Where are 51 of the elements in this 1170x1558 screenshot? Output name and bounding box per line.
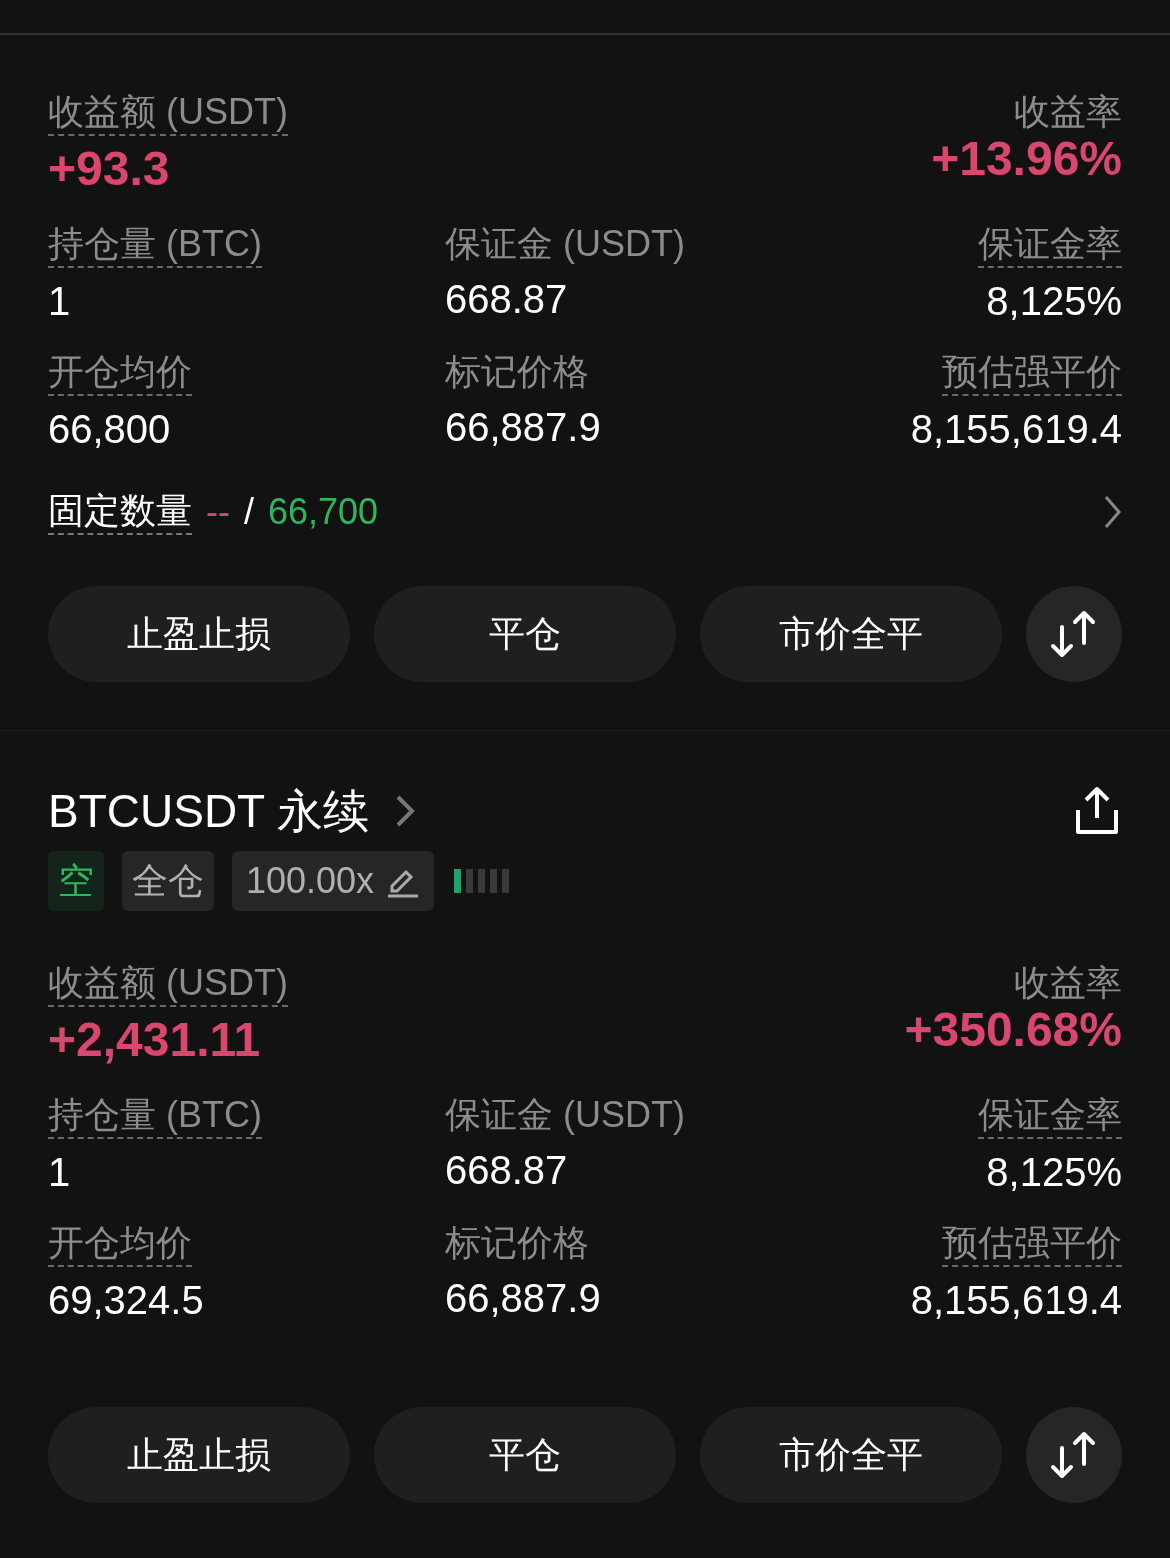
stat-value: 8,155,619.4 xyxy=(910,406,1122,453)
stat-value: 8,125% xyxy=(986,1149,1122,1196)
stat-value: 66,887.9 xyxy=(445,1275,602,1322)
side-tag: 空 xyxy=(48,851,104,911)
stat-value: 668.87 xyxy=(445,1147,569,1194)
field-label: 标记价格 xyxy=(445,1221,589,1265)
field-label: 开仓均价 xyxy=(48,350,192,396)
action-button[interactable]: 平仓 xyxy=(374,586,676,682)
swap-arrows-icon xyxy=(1050,1430,1098,1480)
action-button[interactable]: 平仓 xyxy=(374,1407,676,1503)
stat-value: 66,887.9 xyxy=(445,404,602,451)
action-button[interactable]: 止盈止损 xyxy=(48,586,350,682)
field-label: 保证金 (USDT) xyxy=(445,222,685,266)
action-button[interactable]: 市价全平 xyxy=(700,586,1002,682)
field-label: 开仓均价 xyxy=(48,1221,192,1267)
share-icon[interactable] xyxy=(1074,786,1120,836)
chevron-right-icon xyxy=(395,794,416,828)
field-label: 收益率 xyxy=(1014,90,1122,134)
stat-value: 66,800 xyxy=(48,406,172,453)
contract-title[interactable]: BTCUSDT 永续 xyxy=(48,776,370,846)
roe-value: +13.96% xyxy=(931,131,1122,187)
take-profit-value: -- xyxy=(206,490,230,534)
field-label: 持仓量 (BTC) xyxy=(48,222,262,268)
field-label: 收益额 (USDT) xyxy=(48,961,288,1007)
stat-value: 668.87 xyxy=(445,276,569,323)
field-label: 保证金率 xyxy=(978,222,1122,268)
field-label: 标记价格 xyxy=(445,350,589,394)
field-label: 收益率 xyxy=(1014,961,1122,1005)
stat-value: 1 xyxy=(48,278,72,325)
field-label: 保证金 (USDT) xyxy=(445,1093,685,1137)
chevron-right-icon[interactable] xyxy=(1104,495,1122,529)
stat-value: 69,324.5 xyxy=(48,1277,205,1324)
swap-arrows-icon xyxy=(1050,609,1098,659)
field-label: 预估强平价 xyxy=(942,350,1122,396)
pnl-value: +2,431.11 xyxy=(48,1012,262,1068)
field-label: 预估强平价 xyxy=(942,1221,1122,1267)
pnl-value: +93.3 xyxy=(48,141,171,197)
leverage-button[interactable]: 100.00x xyxy=(232,851,435,911)
roe-value: +350.68% xyxy=(904,1002,1122,1058)
stop-loss-value: 66,700 xyxy=(268,490,379,534)
stat-value: 1 xyxy=(48,1149,72,1196)
separator: / xyxy=(244,490,254,534)
stat-value: 8,155,619.4 xyxy=(910,1277,1122,1324)
margin-mode-tag: 全仓 xyxy=(122,851,214,911)
field-label: 持仓量 (BTC) xyxy=(48,1093,262,1139)
field-label: 保证金率 xyxy=(978,1093,1122,1139)
field-label: 收益额 (USDT) xyxy=(48,90,288,136)
tp-sl-label[interactable]: 固定数量 xyxy=(48,489,192,535)
stat-value: 8,125% xyxy=(986,278,1122,325)
action-button[interactable]: 市价全平 xyxy=(700,1407,1002,1503)
action-button[interactable]: 止盈止损 xyxy=(48,1407,350,1503)
